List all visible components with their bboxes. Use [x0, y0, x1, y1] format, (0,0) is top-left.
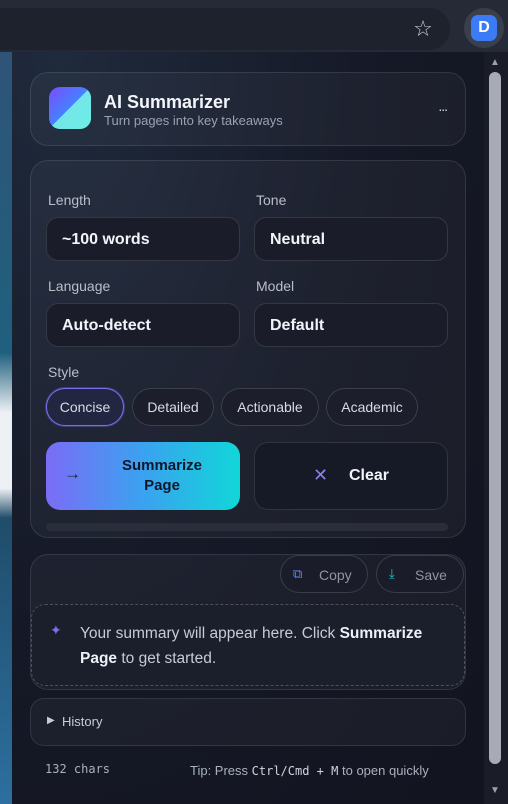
scroll-up-icon[interactable]: ▲ [488, 56, 502, 70]
tip-key-modifier: Ctrl/Cmd [251, 764, 310, 778]
app-subtitle: Turn pages into key takeaways [104, 113, 283, 128]
tip-text-end: to open quickly [338, 763, 429, 778]
copy-button[interactable]: ⧉ Copy [280, 555, 368, 593]
clear-button[interactable]: ✕ Clear [254, 442, 448, 510]
more-options-button[interactable]: ... [438, 98, 448, 114]
tip-text: Tip: Press [190, 763, 252, 778]
address-bar[interactable] [0, 8, 450, 50]
style-chip-academic[interactable]: Academic [326, 388, 418, 426]
summarize-label-line2: Page [144, 477, 180, 494]
scrollbar-thumb[interactable] [489, 72, 501, 764]
tip-key-plus: + [309, 764, 332, 778]
background-page [0, 52, 12, 804]
length-label: Length [48, 192, 91, 208]
arrow-right-icon: → [64, 464, 81, 483]
style-chip-actionable[interactable]: Actionable [221, 388, 319, 426]
close-icon: ✕ [313, 465, 329, 485]
summarizer-popup: AI Summarizer Turn pages into key takeaw… [12, 52, 484, 804]
summary-output: ✦ Your summary will appear here. Click S… [31, 604, 465, 686]
model-select[interactable]: Default [254, 303, 448, 347]
style-chip-concise[interactable]: Concise [46, 388, 124, 426]
style-chip-detailed[interactable]: Detailed [132, 388, 214, 426]
save-button[interactable]: ⤓ Save [376, 555, 464, 593]
app-logo-icon [49, 87, 91, 129]
language-label: Language [48, 278, 111, 294]
shortcut-tip: Tip: Press Ctrl/Cmd + M to open quickly [190, 763, 429, 778]
extension-button[interactable]: D [464, 8, 504, 48]
model-label: Model [256, 278, 295, 294]
copy-icon: ⧉ [293, 566, 303, 581]
browser-toolbar: ☆ D [0, 0, 508, 52]
extension-logo-icon: D [471, 15, 497, 41]
style-label: Style [48, 364, 80, 380]
triangle-right-icon: ▶ [47, 715, 55, 726]
clear-button-label: Clear [349, 467, 390, 484]
summarize-button-label: Summarize Page [110, 456, 214, 496]
summarize-page-button[interactable]: → Summarize Page [46, 442, 240, 510]
sparkle-icon: ✦ [50, 622, 62, 638]
history-toggle[interactable]: ▶ History [30, 698, 466, 746]
placeholder-text: Your summary will appear here. Click [80, 625, 340, 642]
save-button-label: Save [415, 567, 447, 583]
history-label: History [62, 714, 103, 729]
header-card: AI Summarizer Turn pages into key takeaw… [30, 72, 466, 146]
download-icon: ⤓ [389, 566, 395, 581]
tone-select[interactable]: Neutral [254, 217, 448, 261]
tone-label: Tone [256, 192, 287, 208]
char-count: 132 chars [45, 762, 111, 776]
scroll-down-icon[interactable]: ▼ [488, 784, 502, 798]
language-select[interactable]: Auto-detect [46, 303, 240, 347]
length-select[interactable]: ~100 words [46, 217, 240, 261]
summarize-label-line1: Summarize [121, 457, 203, 474]
app-title: AI Summarizer [104, 92, 231, 112]
progress-bar [46, 523, 448, 531]
summary-placeholder: Your summary will appear here. Click Sum… [80, 621, 452, 671]
placeholder-text-end: to get started. [117, 650, 217, 667]
bookmark-star-icon[interactable]: ☆ [410, 16, 436, 42]
copy-button-label: Copy [319, 567, 352, 583]
